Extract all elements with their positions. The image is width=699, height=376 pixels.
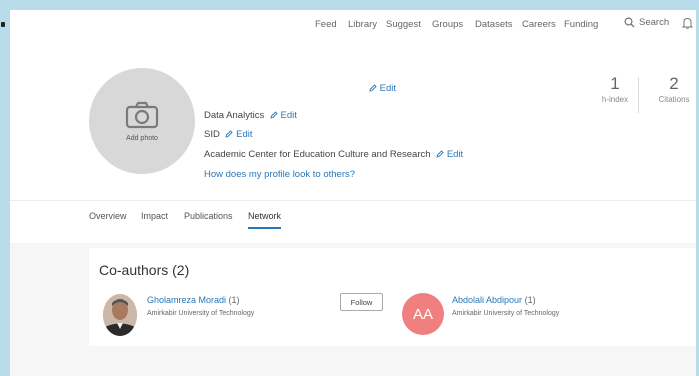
coauthors-title: Co-authors (2) [99, 262, 190, 278]
nav-feed[interactable]: Feed [315, 19, 337, 30]
research-field-line: Data Analytics Edit [204, 110, 297, 121]
institution-edit-link[interactable]: Edit [436, 149, 463, 160]
citations-metric[interactable]: 2 Citations [652, 74, 696, 105]
nav-library[interactable]: Library [348, 19, 377, 30]
nav-groups[interactable]: Groups [432, 19, 463, 30]
citations-label: Citations [658, 95, 690, 104]
profile-header: Add photo Edit Data Analytics Edit SID E… [10, 40, 696, 200]
search-icon [624, 17, 635, 28]
institution-short-edit-label: Edit [236, 129, 253, 140]
profile-preview-link[interactable]: How does my profile look to others? [204, 169, 355, 180]
nav-datasets[interactable]: Datasets [475, 19, 513, 30]
coauthor-name-link[interactable]: Gholamreza Moradi (1) [147, 295, 240, 305]
person-photo [103, 294, 137, 336]
research-field: Data Analytics [204, 110, 265, 121]
coauthor-name: Abdolali Abdipour [452, 295, 523, 305]
profile-tabs: Overview Impact Publications Network [10, 200, 696, 243]
name-edit-link[interactable]: Edit [369, 83, 396, 94]
add-photo-label: Add photo [126, 134, 158, 142]
bell-icon[interactable] [682, 17, 693, 29]
coauthors-card: Co-authors (2) Gholamreza Moradi (1) Ami… [89, 248, 696, 346]
institution-edit-label: Edit [446, 149, 464, 160]
search-label: Search [639, 17, 670, 28]
citations-value: 2 [669, 74, 679, 93]
nav-careers[interactable]: Careers [522, 19, 556, 30]
h-index-label: h-index [601, 95, 629, 104]
metric-divider [638, 77, 639, 113]
institution-name: Academic Center for Education Culture an… [204, 149, 431, 160]
research-field-edit-label: Edit [280, 110, 297, 121]
institution-line: Academic Center for Education Culture an… [204, 149, 463, 160]
top-navigation: Feed Library Suggest Groups Datasets Car… [10, 10, 696, 40]
pencil-icon [369, 84, 377, 92]
institution-short: SID [204, 129, 220, 140]
institution-short-edit-link[interactable]: Edit [225, 129, 253, 140]
h-index-value: 1 [610, 74, 620, 93]
coauthor-name: Gholamreza Moradi [147, 295, 227, 305]
coauthor-affiliation: Amirkabir University of Technology [452, 310, 560, 317]
tab-overview[interactable]: Overview [89, 211, 127, 227]
pencil-icon [436, 150, 444, 158]
window-edge-marker [1, 22, 5, 27]
coauthor-count: (1) [524, 295, 536, 305]
coauthor-photo[interactable] [103, 294, 137, 336]
add-photo-button[interactable]: Add photo [89, 68, 195, 174]
tab-publications[interactable]: Publications [184, 211, 233, 227]
h-index-metric[interactable]: 1 h-index [590, 74, 640, 105]
tab-network[interactable]: Network [248, 211, 282, 229]
pencil-icon [225, 130, 234, 138]
institution-short-line: SID Edit [204, 129, 253, 140]
search-button[interactable]: Search [624, 17, 669, 28]
nav-suggest[interactable]: Suggest [386, 19, 421, 30]
coauthor-name-link[interactable]: Abdolali Abdipour (1) [452, 295, 536, 305]
research-field-edit-link[interactable]: Edit [270, 110, 297, 121]
name-edit-label: Edit [379, 83, 397, 94]
pencil-icon [270, 111, 278, 119]
profile-page: Feed Library Suggest Groups Datasets Car… [10, 10, 696, 376]
tab-impact[interactable]: Impact [141, 211, 168, 227]
nav-funding[interactable]: Funding [564, 19, 598, 30]
coauthor-initials-avatar[interactable]: AA [402, 293, 444, 335]
follow-button[interactable]: Follow [340, 293, 383, 311]
camera-icon [125, 101, 159, 128]
coauthor-affiliation: Amirkabir University of Technology [147, 310, 255, 317]
coauthor-count: (1) [228, 295, 240, 305]
